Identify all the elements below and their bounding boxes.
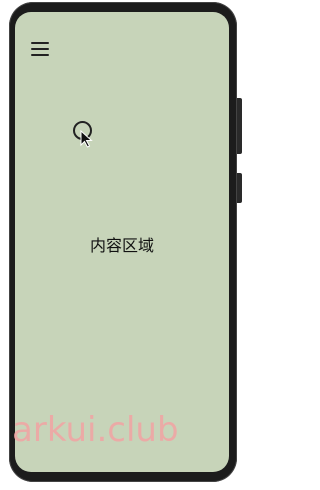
hamburger-menu-icon[interactable] xyxy=(31,42,49,56)
app-screen: 内容区域 xyxy=(15,12,229,472)
content-area-label: 内容区域 xyxy=(89,236,154,255)
watermark: arkui.club xyxy=(12,410,179,450)
mouse-cursor-icon xyxy=(80,130,93,148)
power-button xyxy=(237,173,242,203)
volume-button xyxy=(237,98,242,154)
